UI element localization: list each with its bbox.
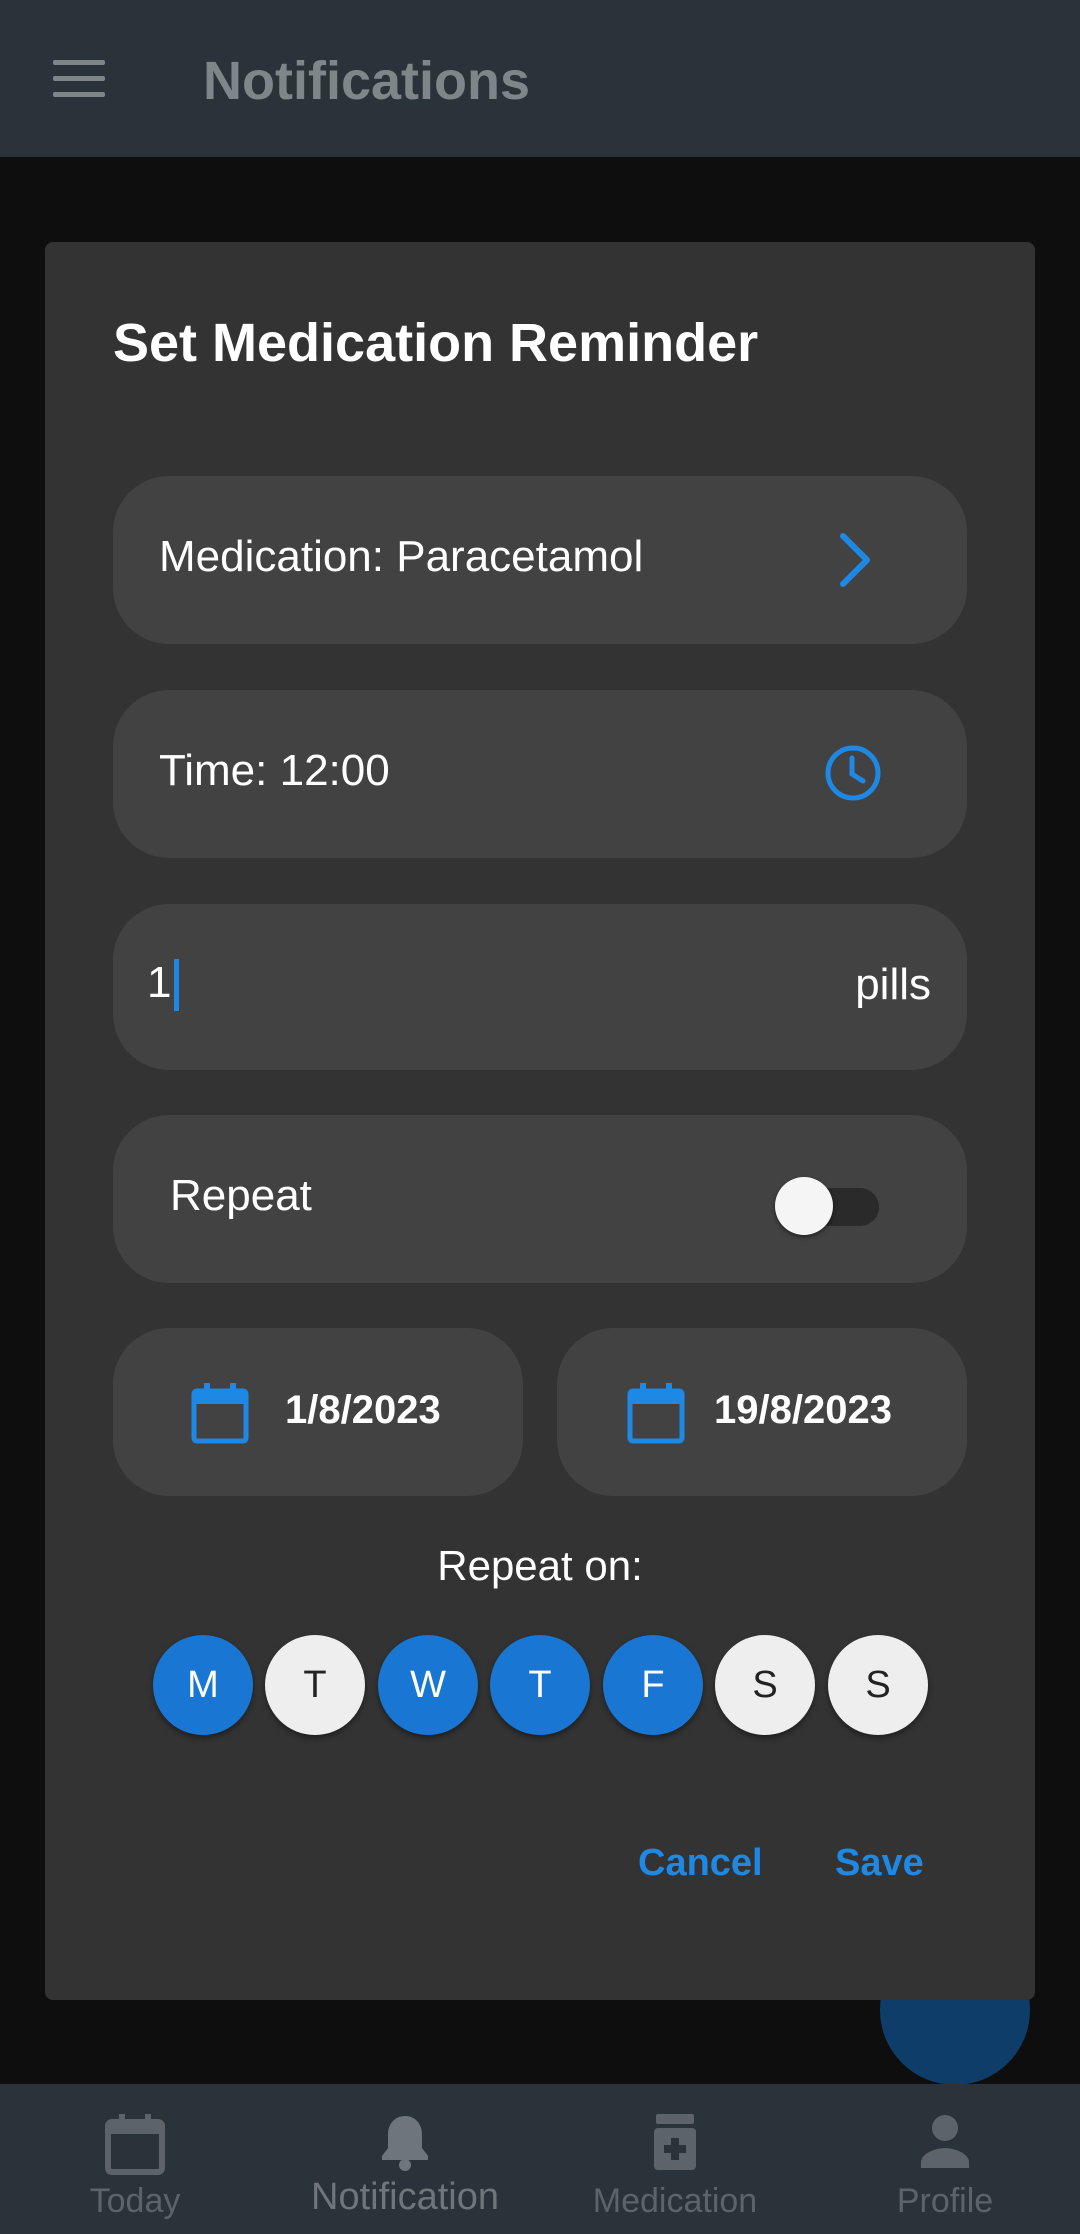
day-toggle-thursday[interactable]: T bbox=[490, 1635, 590, 1735]
save-button[interactable]: Save bbox=[835, 1842, 924, 1885]
calendar-icon bbox=[627, 1383, 685, 1444]
repeat-row: Repeat bbox=[113, 1115, 967, 1283]
day-toggle-saturday[interactable]: S bbox=[715, 1635, 815, 1735]
text-cursor bbox=[174, 959, 180, 1012]
day-toggle-tuesday[interactable]: T bbox=[265, 1635, 365, 1735]
medication-label: Medication: Paracetamol bbox=[159, 532, 644, 581]
toggle-thumb bbox=[775, 1177, 833, 1235]
nav-item-profile[interactable]: Profile bbox=[810, 2084, 1080, 2234]
bell-icon bbox=[382, 2116, 428, 2171]
nav-label-medication: Medication bbox=[592, 2182, 758, 2220]
bottom-nav: Today Notification Medication Profile bbox=[0, 2084, 1080, 2234]
start-date-field[interactable]: 1/8/2023 bbox=[113, 1328, 523, 1496]
repeat-label: Repeat bbox=[170, 1171, 312, 1220]
nav-label-profile: Profile bbox=[896, 2182, 994, 2220]
day-toggle-sunday[interactable]: S bbox=[828, 1635, 928, 1735]
medication-icon bbox=[654, 2114, 696, 2170]
quantity-input[interactable]: 1 pills bbox=[113, 904, 967, 1070]
end-date: 19/8/2023 bbox=[714, 1388, 892, 1432]
nav-item-medication[interactable]: Medication bbox=[540, 2084, 810, 2234]
calendar-icon bbox=[191, 1383, 249, 1444]
nav-item-today[interactable]: Today bbox=[0, 2084, 270, 2234]
quantity-suffix: pills bbox=[855, 960, 931, 1009]
nav-label-today: Today bbox=[89, 2182, 181, 2220]
day-toggle-wednesday[interactable]: W bbox=[378, 1635, 478, 1735]
start-date: 1/8/2023 bbox=[285, 1388, 441, 1432]
chevron-right-icon bbox=[840, 533, 870, 587]
repeat-on-label: Repeat on: bbox=[437, 1542, 643, 1589]
day-toggle-monday[interactable]: M bbox=[153, 1635, 253, 1735]
time-field[interactable]: Time: 12:00 bbox=[113, 690, 967, 858]
calendar-icon bbox=[105, 2114, 165, 2175]
end-date-field[interactable]: 19/8/2023 bbox=[557, 1328, 967, 1496]
day-toggle-friday[interactable]: F bbox=[603, 1635, 703, 1735]
cancel-button[interactable]: Cancel bbox=[638, 1842, 763, 1885]
clock-icon bbox=[825, 745, 881, 801]
nav-item-notification[interactable]: Notification bbox=[270, 2084, 540, 2234]
repeat-toggle[interactable] bbox=[775, 1169, 881, 1235]
nav-label-notification: Notification bbox=[311, 2176, 499, 2218]
menu-icon[interactable] bbox=[53, 60, 105, 98]
medication-field[interactable]: Medication: Paracetamol bbox=[113, 476, 967, 644]
app-bar: Notifications bbox=[0, 0, 1080, 157]
quantity-value: 1 bbox=[147, 958, 172, 1007]
time-label: Time: 12:00 bbox=[159, 746, 390, 795]
person-icon bbox=[921, 2115, 969, 2168]
page-title: Notifications bbox=[203, 51, 531, 111]
dialog-title: Set Medication Reminder bbox=[113, 313, 759, 373]
reminder-dialog: Set Medication Reminder Medication: Para… bbox=[45, 242, 1035, 2000]
